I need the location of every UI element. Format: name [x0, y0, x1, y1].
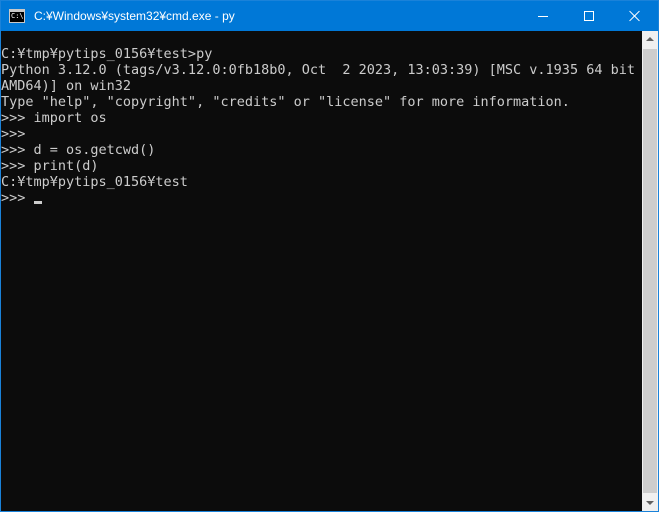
maximize-button[interactable] [566, 1, 612, 31]
minimize-icon [538, 16, 548, 17]
scroll-down-arrow-icon[interactable] [642, 494, 658, 511]
console-line: >>> print(d) [1, 158, 99, 174]
console-line: >>> import os [1, 110, 107, 126]
cmd-icon-glyph: C:\ [11, 12, 24, 20]
console-line: C:¥tmp¥pytips_0156¥test [1, 174, 188, 190]
console-line: Type "help", "copyright", "credits" or "… [1, 94, 570, 110]
maximize-icon [584, 11, 594, 21]
minimize-button[interactable] [520, 1, 566, 31]
console-line: >>> d = os.getcwd() [1, 142, 156, 158]
close-button[interactable] [612, 1, 658, 31]
console-line: C:¥tmp¥pytips_0156¥test>py [1, 46, 213, 62]
scroll-up-arrow-icon[interactable] [642, 31, 658, 48]
window-title: C:¥Windows¥system32¥cmd.exe - py [34, 9, 235, 23]
console-line: >>> [1, 126, 26, 142]
console-line: AMD64)] on win32 [1, 78, 132, 94]
cmd-window: C:\ C:¥Windows¥system32¥cmd.exe - py C:¥… [0, 0, 659, 512]
title-bar[interactable]: C:\ C:¥Windows¥system32¥cmd.exe - py [1, 1, 658, 31]
close-icon [629, 10, 641, 22]
vertical-scrollbar[interactable] [642, 31, 658, 511]
console-line: Python 3.12.0 (tags/v3.12.0:0fb18b0, Oct… [1, 62, 642, 78]
scrollbar-thumb[interactable] [643, 49, 657, 493]
console-output[interactable]: C:¥tmp¥pytips_0156¥test>py Python 3.12.0… [1, 31, 642, 511]
text-cursor [33, 201, 42, 204]
console-input-line[interactable]: >>> [1, 190, 642, 206]
python-prompt: >>> [1, 190, 34, 206]
cmd-icon[interactable]: C:\ [9, 9, 25, 23]
